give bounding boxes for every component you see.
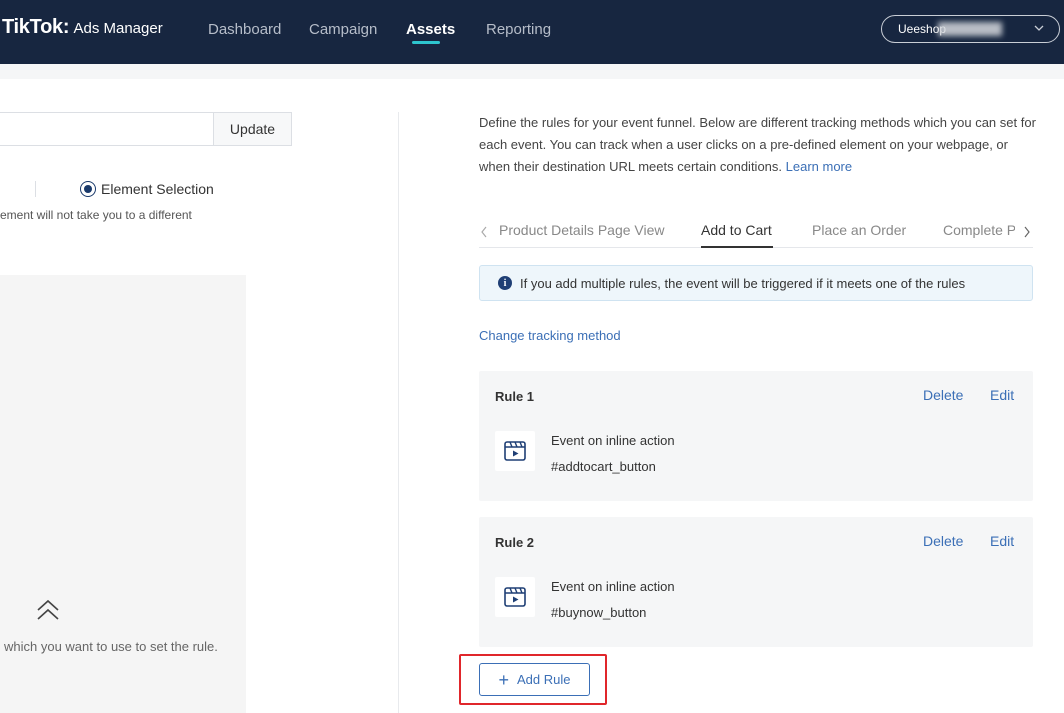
rule-card-2: Rule 2 Delete Edit Event on inline actio… [479, 517, 1033, 647]
element-selection-radio[interactable] [80, 181, 96, 197]
rule-edit-button[interactable]: Edit [990, 533, 1014, 549]
tab-add-to-cart[interactable]: Add to Cart [701, 222, 772, 238]
tab-overflow-clip: Complete Payment [943, 212, 1015, 247]
video-event-icon [504, 587, 526, 607]
video-event-icon [504, 441, 526, 461]
chevron-left-icon[interactable] [479, 225, 489, 239]
radio-selected-dot [84, 185, 92, 193]
url-input[interactable] [0, 112, 214, 146]
active-tab-indicator [701, 246, 773, 248]
panel-divider [398, 112, 399, 713]
top-navigation-bar: TikTok : Ads Manager Dashboard Campaign … [0, 0, 1064, 64]
rule-event-type: Event on inline action [551, 579, 675, 594]
rule-delete-button[interactable]: Delete [923, 533, 963, 549]
tab-complete-payment[interactable]: Complete Payment [943, 222, 1015, 238]
radio-divider [35, 181, 36, 197]
preview-caption: which you want to use to set the rule. [4, 639, 218, 654]
nav-dashboard[interactable]: Dashboard [208, 21, 281, 38]
rule-icon-container [495, 577, 535, 617]
chevron-down-icon [1034, 25, 1044, 31]
rule-delete-button[interactable]: Delete [923, 387, 963, 403]
learn-more-link[interactable]: Learn more [786, 159, 852, 174]
rule-card-1: Rule 1 Delete Edit Event on inline actio… [479, 371, 1033, 501]
rule-event-type: Event on inline action [551, 433, 675, 448]
nav-campaign[interactable]: Campaign [309, 21, 377, 38]
info-banner: i If you add multiple rules, the event w… [479, 265, 1033, 301]
tab-place-an-order[interactable]: Place an Order [812, 222, 906, 238]
logo-subtitle: Ads Manager [73, 20, 163, 37]
rule-title: Rule 1 [495, 389, 535, 404]
rule-selector: #addtocart_button [551, 459, 656, 474]
annotation-highlight-box [459, 654, 607, 705]
logo-colon: : [62, 16, 70, 38]
nav-reporting[interactable]: Reporting [486, 21, 551, 38]
rules-intro-text: Define the rules for your event funnel. … [479, 115, 1036, 174]
tab-product-details-page-view[interactable]: Product Details Page View [499, 222, 665, 238]
change-tracking-method-link[interactable]: Change tracking method [479, 328, 621, 343]
selection-hint: ement will not take you to a different [0, 208, 192, 222]
header-spacer [0, 64, 1064, 79]
account-selector[interactable]: Ueeshop [881, 15, 1060, 43]
nav-active-indicator [412, 41, 440, 44]
account-name-redaction [938, 22, 1002, 36]
element-selection-label[interactable]: Element Selection [101, 181, 214, 197]
nav-assets[interactable]: Assets [406, 21, 455, 38]
tiktok-ads-manager-logo[interactable]: TikTok : Ads Manager [2, 16, 163, 46]
double-chevron-up-icon [37, 599, 59, 620]
chevron-right-icon[interactable] [1022, 225, 1032, 239]
rule-edit-button[interactable]: Edit [990, 387, 1014, 403]
info-icon: i [498, 276, 512, 290]
update-button[interactable]: Update [213, 112, 292, 146]
rules-intro: Define the rules for your event funnel. … [479, 112, 1039, 178]
rule-icon-container [495, 431, 535, 471]
logo-wordmark: TikTok [2, 16, 63, 38]
rule-title: Rule 2 [495, 535, 535, 550]
info-banner-text: If you add multiple rules, the event wil… [520, 275, 966, 291]
rule-selector: #buynow_button [551, 605, 647, 620]
